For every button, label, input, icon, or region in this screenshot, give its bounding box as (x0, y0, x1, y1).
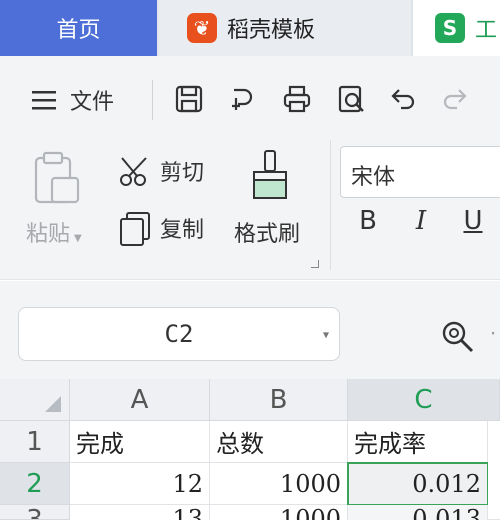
column-header-b[interactable]: B (210, 379, 348, 421)
cell-a3-value: 13 (172, 505, 203, 520)
paste-button[interactable] (30, 150, 86, 208)
format-painter-label: 格式刷 (234, 222, 301, 247)
cell-a1[interactable]: 完成 (70, 421, 210, 463)
name-box[interactable]: C2 ▼ (18, 307, 340, 361)
row-header-2-label: 2 (26, 468, 43, 499)
undo-icon[interactable] (386, 82, 420, 116)
tab-docer-templates[interactable]: ❦ 稻壳模板 (159, 0, 411, 56)
tab-home-label: 首页 (56, 18, 101, 43)
tab-strip: 首页 ❦ 稻壳模板 S 工 (0, 0, 500, 56)
paste-label-group[interactable]: 粘贴 ▼ (26, 216, 82, 248)
cell-c1-value: 完成率 (354, 430, 426, 458)
docer-logo-icon: ❦ (187, 13, 217, 43)
row-header-3[interactable]: 3 (0, 505, 70, 520)
copy-label: 复制 (160, 218, 205, 243)
paste-dropdown-icon: ▼ (74, 233, 82, 244)
select-all-corner[interactable] (0, 379, 70, 421)
row-header-1-label: 1 (26, 426, 43, 457)
cell-b3-value: 1000 (279, 505, 341, 520)
column-header-a-label: A (130, 384, 149, 415)
hamburger-icon (32, 91, 56, 110)
file-menu-button[interactable]: 文件 (30, 84, 114, 116)
cell-b2[interactable]: 1000 (210, 463, 348, 505)
paste-label: 粘贴 (26, 222, 71, 247)
quick-toolbar: 文件 (0, 56, 500, 140)
clipboard-icon (34, 151, 80, 204)
cell-b1[interactable]: 总数 (210, 421, 348, 463)
toolbar-divider (152, 80, 153, 120)
row-header-1[interactable]: 1 (0, 421, 70, 463)
cell-a2[interactable]: 12 (70, 463, 210, 505)
cell-a2-value: 12 (172, 469, 203, 498)
cell-b3[interactable]: 1000 (210, 505, 348, 520)
cell-b1-value: 总数 (216, 430, 264, 458)
underline-label: U (463, 206, 483, 236)
cell-c3[interactable]: 0.013 (348, 505, 488, 520)
formula-bar: C2 ▼ ⋅ (0, 281, 500, 379)
print-icon[interactable] (280, 82, 314, 116)
font-name-value: 宋体 (351, 165, 396, 190)
paintbrush-icon (253, 150, 287, 199)
spreadsheet-grid: A B C 1 2 3 完成 总数 完成率 12 1000 0.012 13 1… (0, 379, 500, 520)
row-header-3-label: 3 (26, 505, 43, 520)
copy-icon (120, 212, 150, 246)
cell-a1-value: 完成 (76, 430, 124, 458)
cell-a3[interactable]: 13 (70, 505, 210, 520)
print-preview-icon[interactable] (334, 82, 368, 116)
italic-button[interactable]: I (403, 206, 439, 236)
format-painter-button[interactable] (248, 148, 292, 204)
tab-spreadsheet[interactable]: S 工 (413, 0, 500, 56)
column-header-a[interactable]: A (70, 379, 210, 421)
redo-icon[interactable] (438, 82, 472, 116)
name-box-dropdown-icon[interactable]: ▼ (323, 330, 329, 341)
copy-button[interactable]: 复制 (118, 210, 204, 246)
cell-c2-value: 0.012 (412, 469, 481, 498)
cell-c1[interactable]: 完成率 (348, 421, 488, 463)
tab-docer-label: 稻壳模板 (227, 18, 316, 43)
clipboard-group-launcher[interactable] (311, 260, 319, 268)
bold-button[interactable]: B (350, 206, 386, 236)
zoom-search-icon[interactable] (440, 319, 476, 355)
column-header-c[interactable]: C (348, 379, 500, 421)
file-menu-label: 文件 (70, 90, 115, 115)
function-icon[interactable]: ⋅ (490, 321, 500, 351)
cell-c3-value: 0.013 (412, 505, 481, 520)
font-name-select[interactable]: 宋体 (340, 146, 500, 198)
ribbon-home: 粘贴 ▼ 剪切 复制 格式刷 宋体 B I U (0, 140, 500, 280)
spreadsheet-logo-icon: S (435, 13, 465, 43)
row-header-2[interactable]: 2 (0, 463, 70, 505)
name-box-value: C2 (164, 320, 194, 348)
cut-label: 剪切 (160, 161, 205, 186)
bold-label: B (359, 206, 377, 236)
cell-c2[interactable]: 0.012 (347, 462, 489, 506)
tab-home[interactable]: 首页 (0, 0, 157, 56)
italic-label: I (415, 206, 427, 236)
cell-b2-value: 1000 (279, 469, 341, 498)
ribbon-divider (330, 140, 331, 270)
cell-d-partial[interactable] (488, 421, 500, 520)
column-header-c-label: C (414, 384, 433, 415)
cut-button[interactable]: 剪切 (118, 154, 204, 188)
scissors-icon (120, 157, 147, 186)
column-header-b-label: B (269, 384, 288, 415)
underline-button[interactable]: U (455, 206, 491, 236)
tab-spreadsheet-label: 工 (475, 18, 498, 43)
save-icon[interactable] (172, 82, 206, 116)
export-icon[interactable] (226, 82, 260, 116)
